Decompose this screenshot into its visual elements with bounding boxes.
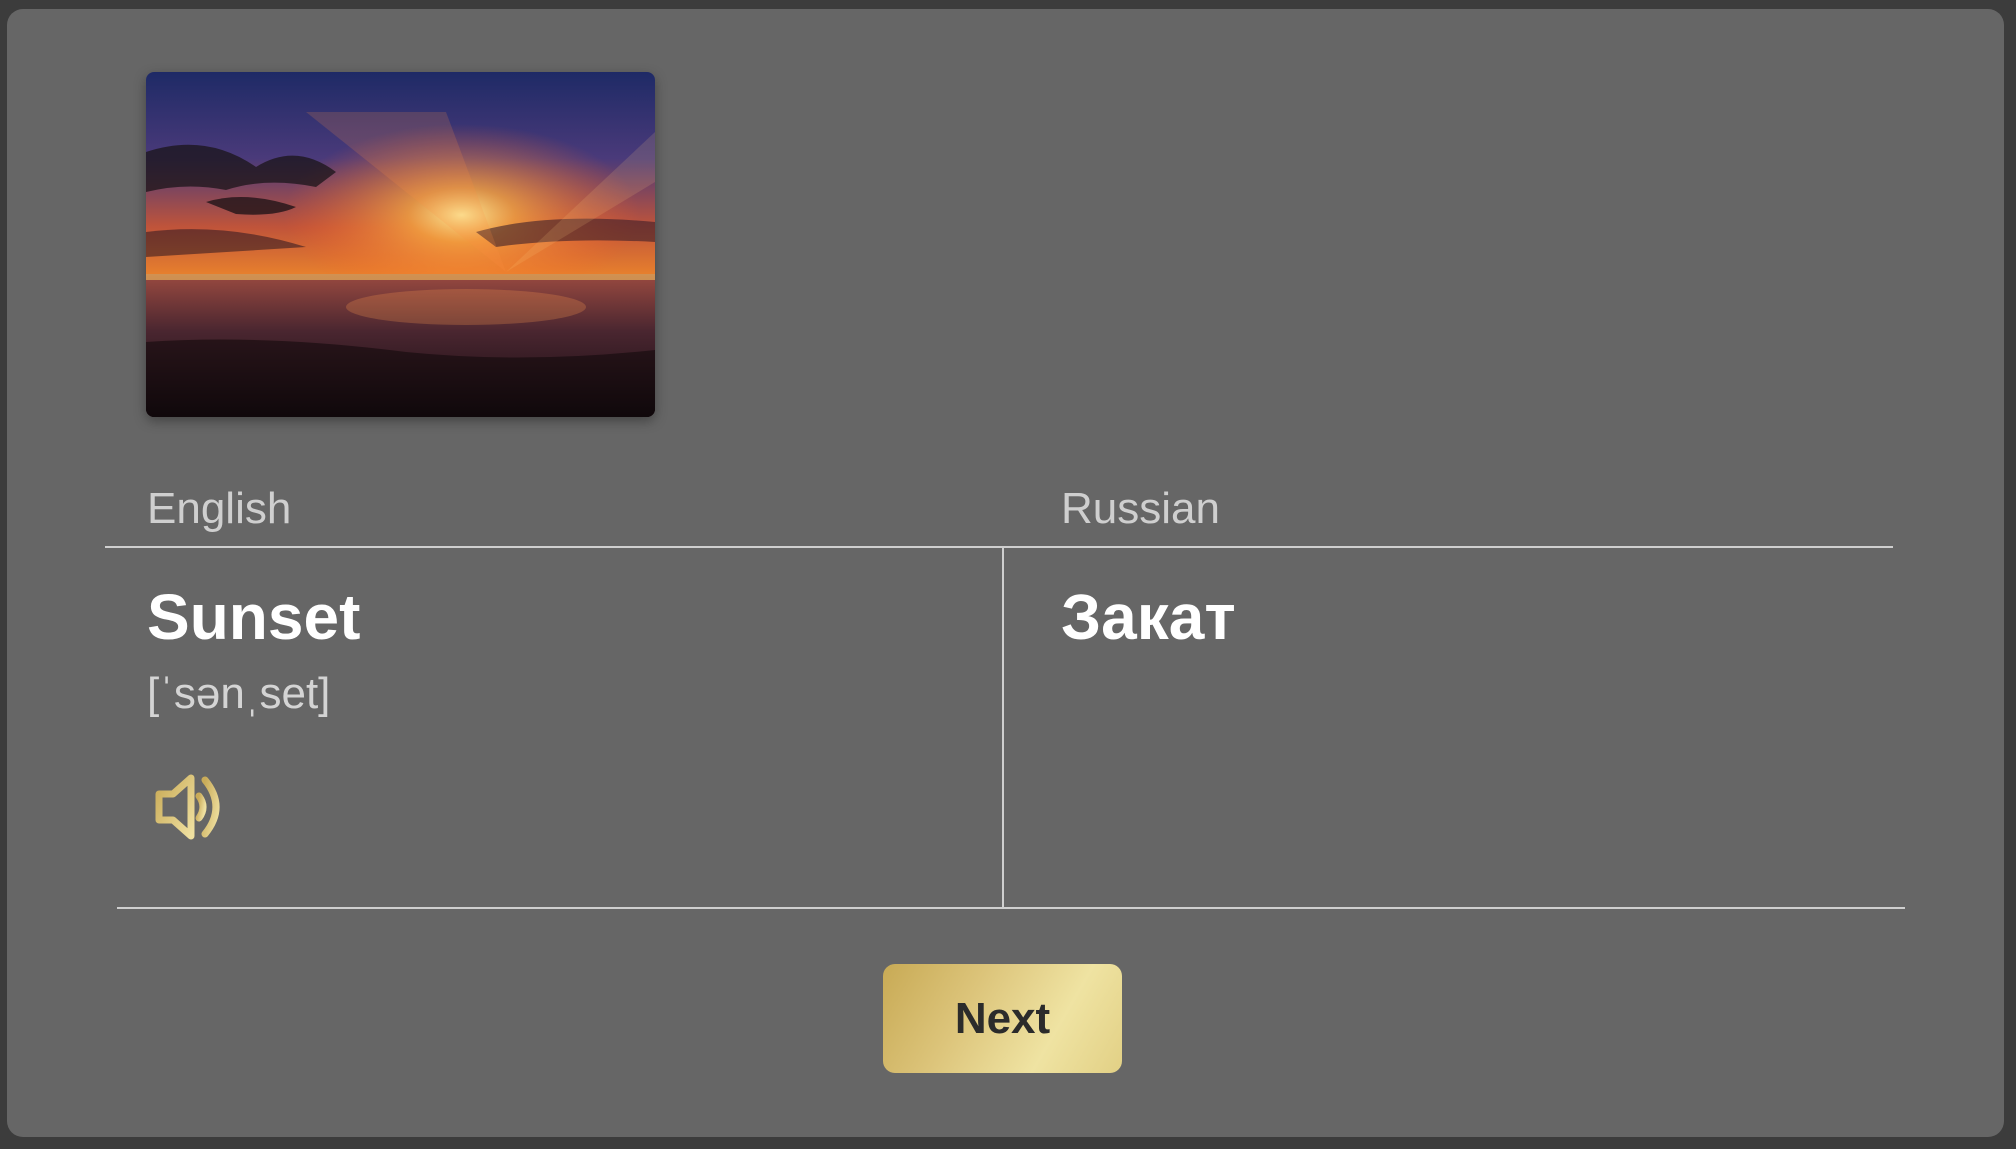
next-button[interactable]: Next bbox=[883, 964, 1122, 1073]
target-language-label: Russian bbox=[1061, 484, 1220, 533]
speaker-icon[interactable] bbox=[155, 772, 227, 842]
phonetic-transcription: [ˈsənˌset] bbox=[147, 669, 331, 718]
word-illustration-image bbox=[146, 72, 655, 417]
translated-word: Закат bbox=[1061, 581, 1236, 653]
source-language-label: English bbox=[147, 484, 292, 533]
footer-divider bbox=[117, 907, 1905, 909]
flashcard-panel: English Russian Sunset [ˈsənˌset] Закат … bbox=[7, 9, 2004, 1137]
source-word: Sunset bbox=[147, 581, 361, 653]
header-divider bbox=[105, 546, 1893, 548]
column-divider bbox=[1002, 546, 1004, 908]
